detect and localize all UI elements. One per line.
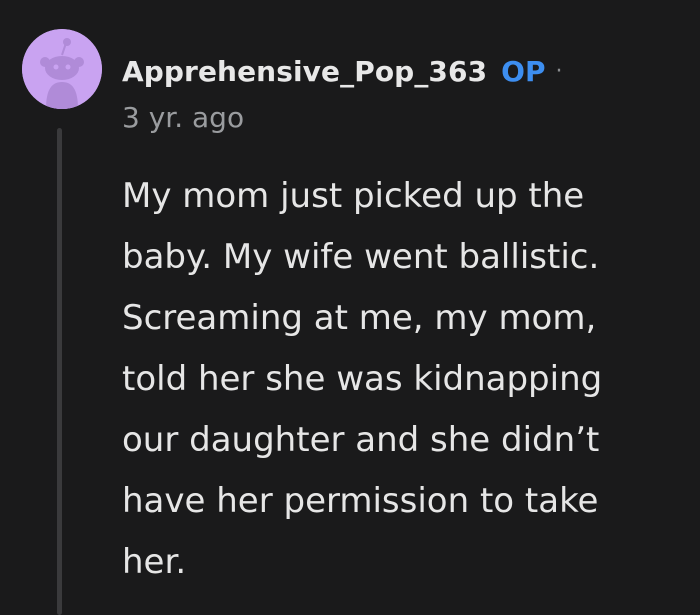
avatar[interactable] [22, 29, 102, 109]
separator-dot: · [555, 58, 563, 84]
comment-timestamp[interactable]: 3 yr. ago [122, 101, 244, 134]
thread-collapse-line[interactable] [57, 128, 62, 615]
op-badge: OP [501, 54, 546, 88]
comment-body: My mom just picked up the baby. My wife … [122, 176, 603, 582]
comment-header: Apprehensive_Pop_363 OP · [122, 51, 563, 91]
comment: Apprehensive_Pop_363 OP · 3 yr. ago My m… [0, 0, 700, 615]
author-username[interactable]: Apprehensive_Pop_363 [122, 55, 487, 88]
snoo-avatar-icon [22, 29, 102, 109]
